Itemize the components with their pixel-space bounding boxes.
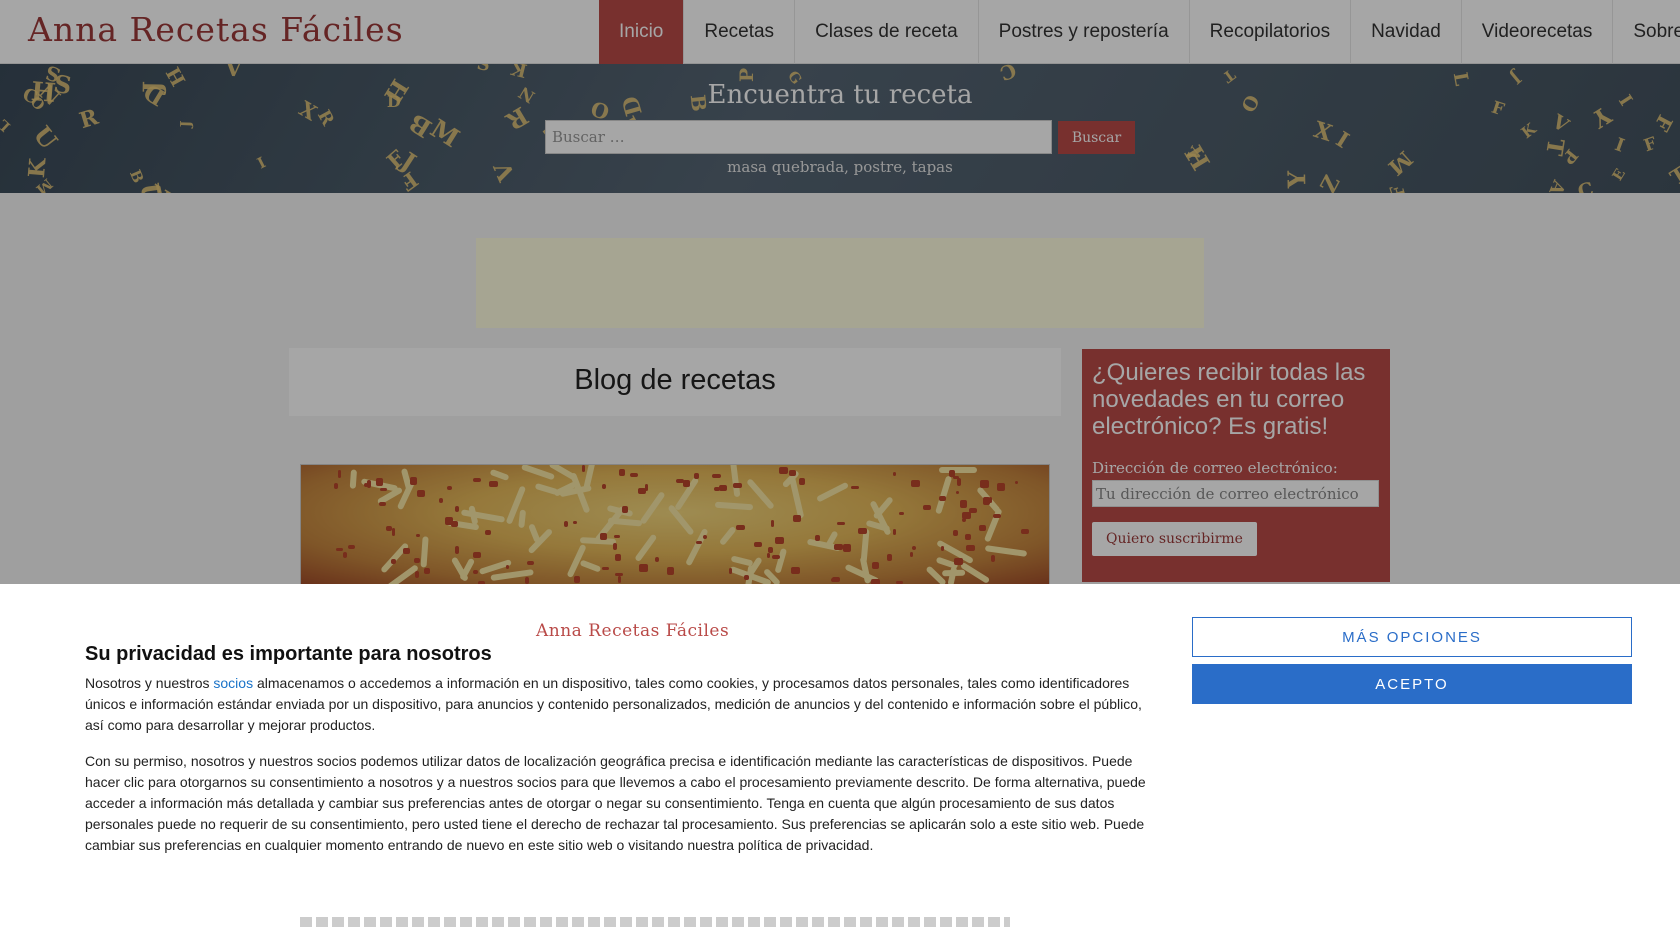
partners-link[interactable]: socios — [213, 675, 253, 691]
more-options-button[interactable]: MÁS OPCIONES — [1192, 617, 1632, 657]
consent-paragraph-2: Con su permiso, nosotros y nuestros soci… — [85, 753, 1146, 853]
post-title-blur — [300, 917, 1010, 927]
consent-brand-logo: Anna Recetas Fáciles — [536, 621, 730, 641]
consent-banner: Anna Recetas Fáciles Su privacidad es im… — [0, 584, 1680, 927]
consent-paragraph-1: Nosotros y nuestros socios almacenamos o… — [85, 673, 1149, 736]
accept-button[interactable]: ACEPTO — [1192, 664, 1632, 704]
post-title-peek — [300, 917, 1010, 927]
consent-heading: Su privacidad es importante para nosotro… — [85, 643, 492, 665]
consent-text-before: Nosotros y nuestros — [85, 675, 214, 691]
